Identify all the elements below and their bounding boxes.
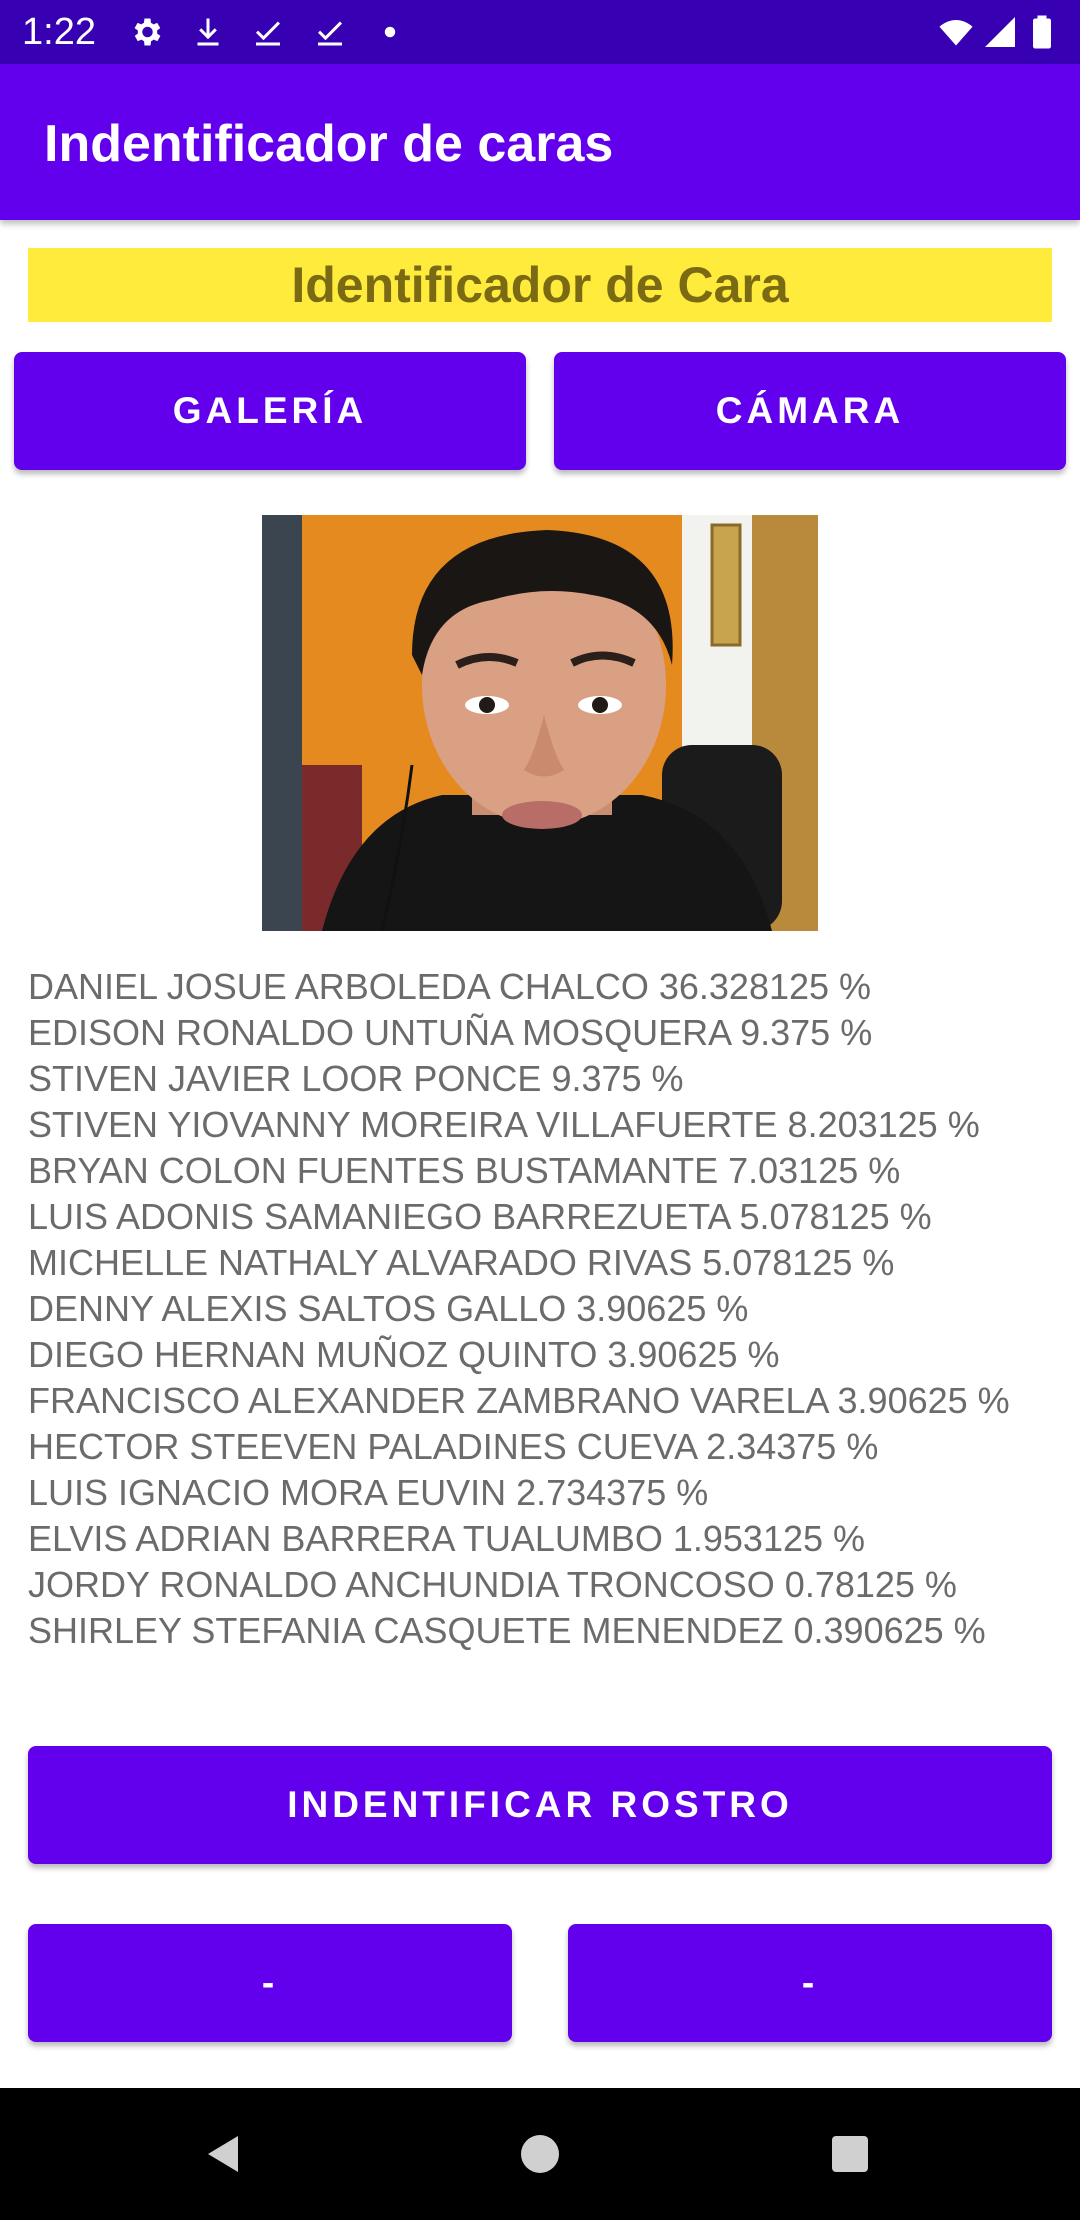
list-item: HECTOR STEEVEN PALADINES CUEVA 2.34375 % bbox=[28, 1426, 879, 1467]
signal-icon bbox=[982, 14, 1018, 50]
gear-icon bbox=[128, 14, 164, 50]
list-item: DIEGO HERNAN MUÑOZ QUINTO 3.90625 % bbox=[28, 1334, 780, 1375]
check-icon bbox=[312, 14, 348, 50]
camera-button[interactable]: CÁMARA bbox=[554, 352, 1066, 470]
list-item: LUIS ADONIS SAMANIEGO BARREZUETA 5.07812… bbox=[28, 1196, 932, 1237]
screen: 1:22 Indentificador de caras Identificad… bbox=[0, 0, 1080, 2220]
list-item: EDISON RONALDO UNTUÑA MOSQUERA 9.375 % bbox=[28, 1012, 873, 1053]
face-photo bbox=[262, 515, 818, 931]
status-time: 1:22 bbox=[22, 11, 96, 53]
battery-icon bbox=[1030, 14, 1054, 50]
list-item: MICHELLE NATHALY ALVARADO RIVAS 5.078125… bbox=[28, 1242, 895, 1283]
results-list: DANIEL JOSUE ARBOLEDA CHALCO 36.328125 %… bbox=[28, 964, 1058, 1654]
left-action-button-label: - bbox=[261, 1962, 279, 2003]
title-banner: Identificador de Cara bbox=[28, 248, 1052, 322]
identify-face-button[interactable]: INDENTIFICAR ROSTRO bbox=[28, 1746, 1052, 1864]
gallery-button[interactable]: GALERÍA bbox=[14, 352, 526, 470]
banner-text: Identificador de Cara bbox=[291, 257, 789, 313]
home-icon[interactable] bbox=[516, 2130, 564, 2178]
list-item: STIVEN YIOVANNY MOREIRA VILLAFUERTE 8.20… bbox=[28, 1104, 980, 1145]
list-item: STIVEN JAVIER LOOR PONCE 9.375 % bbox=[28, 1058, 684, 1099]
app-title: Indentificador de caras bbox=[44, 115, 614, 173]
status-bar: 1:22 bbox=[0, 0, 1080, 64]
app-bar: Indentificador de caras bbox=[0, 64, 1080, 220]
right-action-button[interactable]: - bbox=[568, 1924, 1052, 2042]
list-item: ELVIS ADRIAN BARRERA TUALUMBO 1.953125 % bbox=[28, 1518, 866, 1559]
wifi-icon bbox=[938, 14, 974, 50]
gallery-button-label: GALERÍA bbox=[172, 390, 368, 431]
identify-face-button-label: INDENTIFICAR ROSTRO bbox=[287, 1784, 793, 1825]
right-action-button-label: - bbox=[801, 1962, 819, 2003]
list-item: BRYAN COLON FUENTES BUSTAMANTE 7.03125 % bbox=[28, 1150, 901, 1191]
recents-icon[interactable] bbox=[826, 2130, 874, 2178]
list-item: DENNY ALEXIS SALTOS GALLO 3.90625 % bbox=[28, 1288, 749, 1329]
list-item: JORDY RONALDO ANCHUNDIA TRONCOSO 0.78125… bbox=[28, 1564, 957, 1605]
list-item: SHIRLEY STEFANIA CASQUETE MENENDEZ 0.390… bbox=[28, 1610, 986, 1651]
left-action-button[interactable]: - bbox=[28, 1924, 512, 2042]
download-icon bbox=[190, 14, 226, 50]
camera-button-label: CÁMARA bbox=[715, 390, 905, 431]
back-icon[interactable] bbox=[200, 2130, 248, 2178]
list-item: LUIS IGNACIO MORA EUVIN 2.734375 % bbox=[28, 1472, 709, 1513]
list-item: FRANCISCO ALEXANDER ZAMBRANO VARELA 3.90… bbox=[28, 1380, 1010, 1421]
check-icon bbox=[250, 14, 286, 50]
navigation-bar bbox=[0, 2088, 1080, 2220]
dot-icon bbox=[372, 14, 408, 50]
list-item: DANIEL JOSUE ARBOLEDA CHALCO 36.328125 % bbox=[28, 966, 872, 1007]
